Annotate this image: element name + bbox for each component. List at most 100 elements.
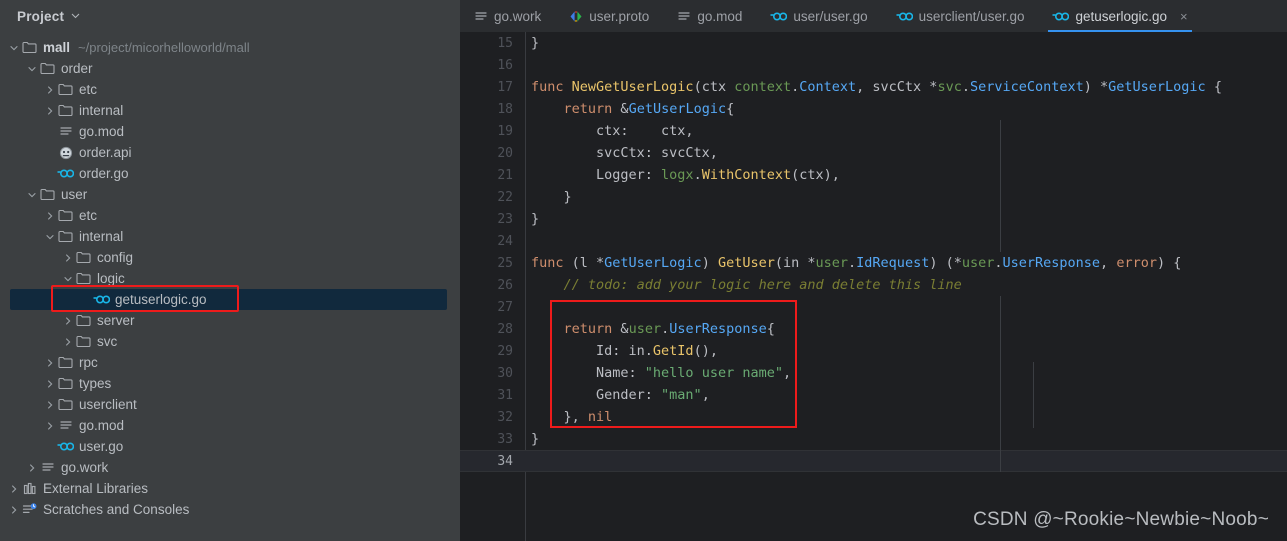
tree-item[interactable]: External Libraries [0, 478, 460, 499]
tree-item[interactable]: user [0, 184, 460, 205]
code-line[interactable]: 17 func NewGetUserLogic(ctx context. Conte… [460, 76, 1287, 98]
chevron-right-icon[interactable] [43, 398, 57, 412]
code-line[interactable]: 15} [460, 32, 1287, 54]
code-editor[interactable]: 15} 16 17 func NewGetUserLogic(ctx context.… [460, 32, 1287, 541]
indent-guide [1000, 120, 1001, 252]
tree-item[interactable]: internal [0, 226, 460, 247]
code-line[interactable]: 33} [460, 428, 1287, 450]
code-line[interactable]: 18 return &GetUserLogic{ [460, 98, 1287, 120]
line-text: return &user.UserResponse{ [531, 321, 775, 337]
code-token: (l * [571, 255, 605, 271]
code-line[interactable]: 32 }, nil [460, 406, 1287, 428]
tree-item[interactable]: Scratches and Consoles [0, 499, 460, 520]
tree-item[interactable]: etc [0, 205, 460, 226]
code-token: nil [587, 409, 613, 425]
chevron-right-icon[interactable] [61, 314, 75, 328]
line-number: 21 [497, 167, 513, 183]
code-line[interactable]: 28 return &user.UserResponse{ [460, 318, 1287, 340]
tree-item[interactable]: user.go [0, 436, 460, 457]
code-token: (), [693, 343, 718, 359]
chevron-right-icon[interactable] [43, 83, 57, 97]
code-line[interactable]: 23} [460, 208, 1287, 230]
line-number: 20 [497, 145, 513, 161]
chevron-right-icon[interactable] [7, 482, 21, 496]
scratches-icon [21, 502, 38, 518]
code-line[interactable]: 21 Logger: logx.WithContext(ctx), [460, 164, 1287, 186]
code-token: , [701, 387, 710, 403]
code-line[interactable]: 20 svcCtx: svcCtx, [460, 142, 1287, 164]
tree-item[interactable]: types [0, 373, 460, 394]
tree-item[interactable]: etc [0, 79, 460, 100]
tree-item[interactable]: go.work [0, 457, 460, 478]
code-line-current[interactable]: 34 [460, 450, 1287, 472]
tree-item[interactable]: rpc [0, 352, 460, 373]
tree-item[interactable]: order [0, 58, 460, 79]
tree-item[interactable]: go.mod [0, 415, 460, 436]
editor-tab[interactable]: userclient/user.go [882, 0, 1039, 32]
chevron-right-icon[interactable] [61, 251, 75, 265]
tree-item-label: go.mod [79, 417, 125, 433]
tree-item-label: go.work [61, 459, 109, 475]
code-line[interactable]: 25 func (l *GetUserLogic) GetUser(in *use… [460, 252, 1287, 274]
code-line[interactable]: 24 [460, 230, 1287, 252]
code-line[interactable]: 31 Gender: "man", [460, 384, 1287, 406]
code-line[interactable]: 26 // todo: add your logic here and dele… [460, 274, 1287, 296]
tree-item-selected[interactable]: getuserlogic.go [0, 289, 460, 310]
project-tool-window-header[interactable]: Project [0, 0, 460, 33]
line-number: 28 [497, 321, 513, 337]
tree-item[interactable]: order.api [0, 142, 460, 163]
chevron-right-icon[interactable] [43, 104, 57, 118]
tree-item[interactable]: config [0, 247, 460, 268]
chevron-down-icon[interactable] [25, 62, 39, 76]
close-icon[interactable]: × [1180, 10, 1188, 23]
code-line[interactable]: 22 } [460, 186, 1287, 208]
tree-item[interactable]: userclient [0, 394, 460, 415]
code-token: func [531, 79, 572, 95]
chevron-down-icon[interactable] [7, 41, 21, 55]
chevron-down-icon[interactable] [61, 272, 75, 286]
tree-item-label: External Libraries [43, 480, 149, 496]
code-line[interactable]: 16 [460, 54, 1287, 76]
chevron-down-icon[interactable] [43, 230, 57, 244]
chevron-right-icon[interactable] [25, 461, 39, 475]
code-token: { [766, 321, 775, 337]
chevron-right-icon[interactable] [43, 377, 57, 391]
chevron-down-icon[interactable] [25, 188, 39, 202]
tree-item[interactable]: internal [0, 100, 460, 121]
tree-item[interactable]: mall ~/project/micorhelloworld/mall [0, 37, 460, 58]
editor-tab-label: user.proto [589, 8, 650, 24]
code-token: , [782, 365, 792, 381]
code-token: (ctx), [791, 167, 840, 183]
folder-icon [57, 229, 74, 245]
editor-tab[interactable]: go.work [460, 0, 555, 32]
code-line[interactable]: 19 ctx: ctx, [460, 120, 1287, 142]
code-line[interactable]: 30 Name: "hello user name", [460, 362, 1287, 384]
folder-icon [75, 313, 92, 329]
folder-icon [75, 250, 92, 266]
code-line[interactable]: 29 Id: in.GetId(), [460, 340, 1287, 362]
folder-icon [57, 397, 74, 413]
tree-item[interactable]: logic [0, 268, 460, 289]
editor-tab[interactable]: user.proto [555, 0, 663, 32]
editor-tab[interactable]: getuserlogic.go × [1038, 0, 1201, 32]
chevron-right-icon[interactable] [43, 356, 57, 370]
code-line[interactable]: 27 [460, 296, 1287, 318]
chevron-right-icon[interactable] [61, 335, 75, 349]
chevron-down-icon[interactable] [71, 11, 80, 20]
code-token: (in * [774, 255, 816, 271]
chevron-right-icon[interactable] [43, 209, 57, 223]
text-file-icon [677, 10, 691, 23]
editor-tab[interactable]: go.mod [663, 0, 756, 32]
tree-item[interactable]: go.mod [0, 121, 460, 142]
code-token: ServiceContext [969, 79, 1084, 95]
tree-item[interactable]: order.go [0, 163, 460, 184]
editor-tab[interactable]: user/user.go [756, 0, 881, 32]
tree-item[interactable]: server [0, 310, 460, 331]
line-text: Logger: logx.WithContext(ctx), [531, 167, 840, 183]
tree-item[interactable]: svc [0, 331, 460, 352]
code-token: (ctx [693, 79, 735, 95]
chevron-right-icon[interactable] [7, 503, 21, 517]
code-token: ) (* [929, 255, 962, 271]
chevron-right-icon[interactable] [43, 419, 57, 433]
folder-icon [21, 40, 38, 56]
